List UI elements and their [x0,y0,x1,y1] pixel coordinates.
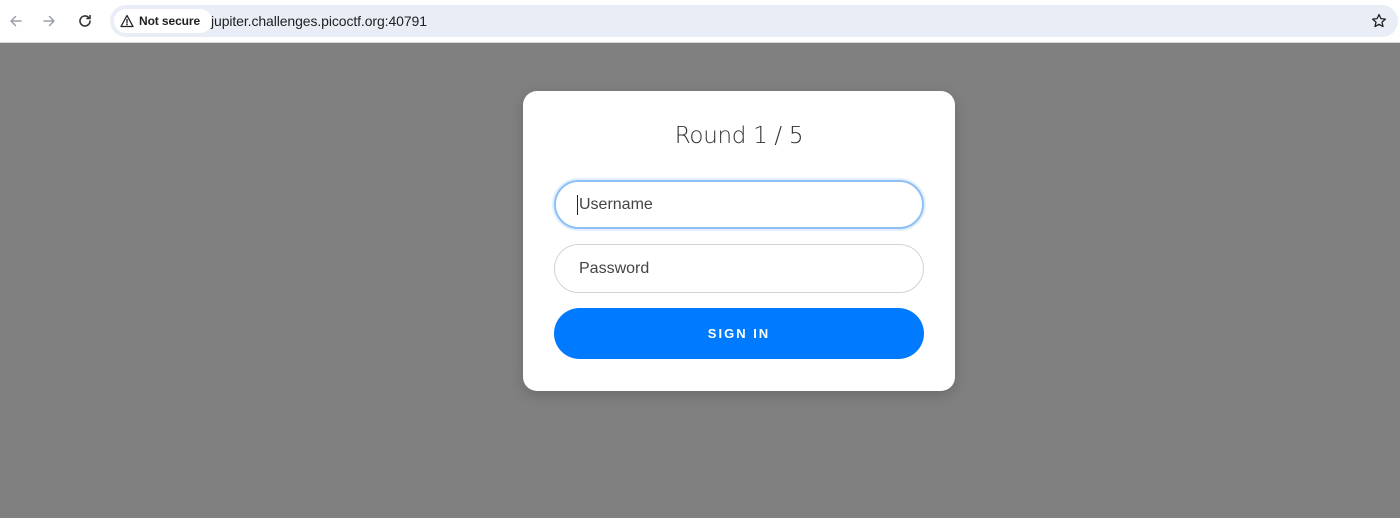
arrow-left-icon [10,15,22,27]
url-text[interactable]: jupiter.challenges.picoctf.org:40791 [211,13,427,29]
security-indicator[interactable]: Not secure [114,9,212,33]
reload-button[interactable] [72,8,98,34]
arrow-right-icon [43,15,55,27]
address-bar[interactable]: Not secure jupiter.challenges.picoctf.or… [110,5,1398,37]
security-label: Not secure [139,14,201,28]
forward-button[interactable] [36,8,62,34]
star-icon [1371,13,1387,28]
round-title: Round 1 / 5 [674,123,804,149]
reload-icon [79,14,91,27]
bookmark-button[interactable] [1369,11,1389,31]
text-caret [577,195,578,215]
username-input[interactable] [554,180,924,229]
password-input[interactable] [554,244,924,293]
login-card: Round 1 / 5 SIGN IN [523,91,955,391]
warning-triangle-icon [120,14,134,28]
sign-in-button[interactable]: SIGN IN [554,308,924,359]
back-button[interactable] [3,8,29,34]
browser-toolbar: Not secure jupiter.challenges.picoctf.or… [0,0,1400,43]
